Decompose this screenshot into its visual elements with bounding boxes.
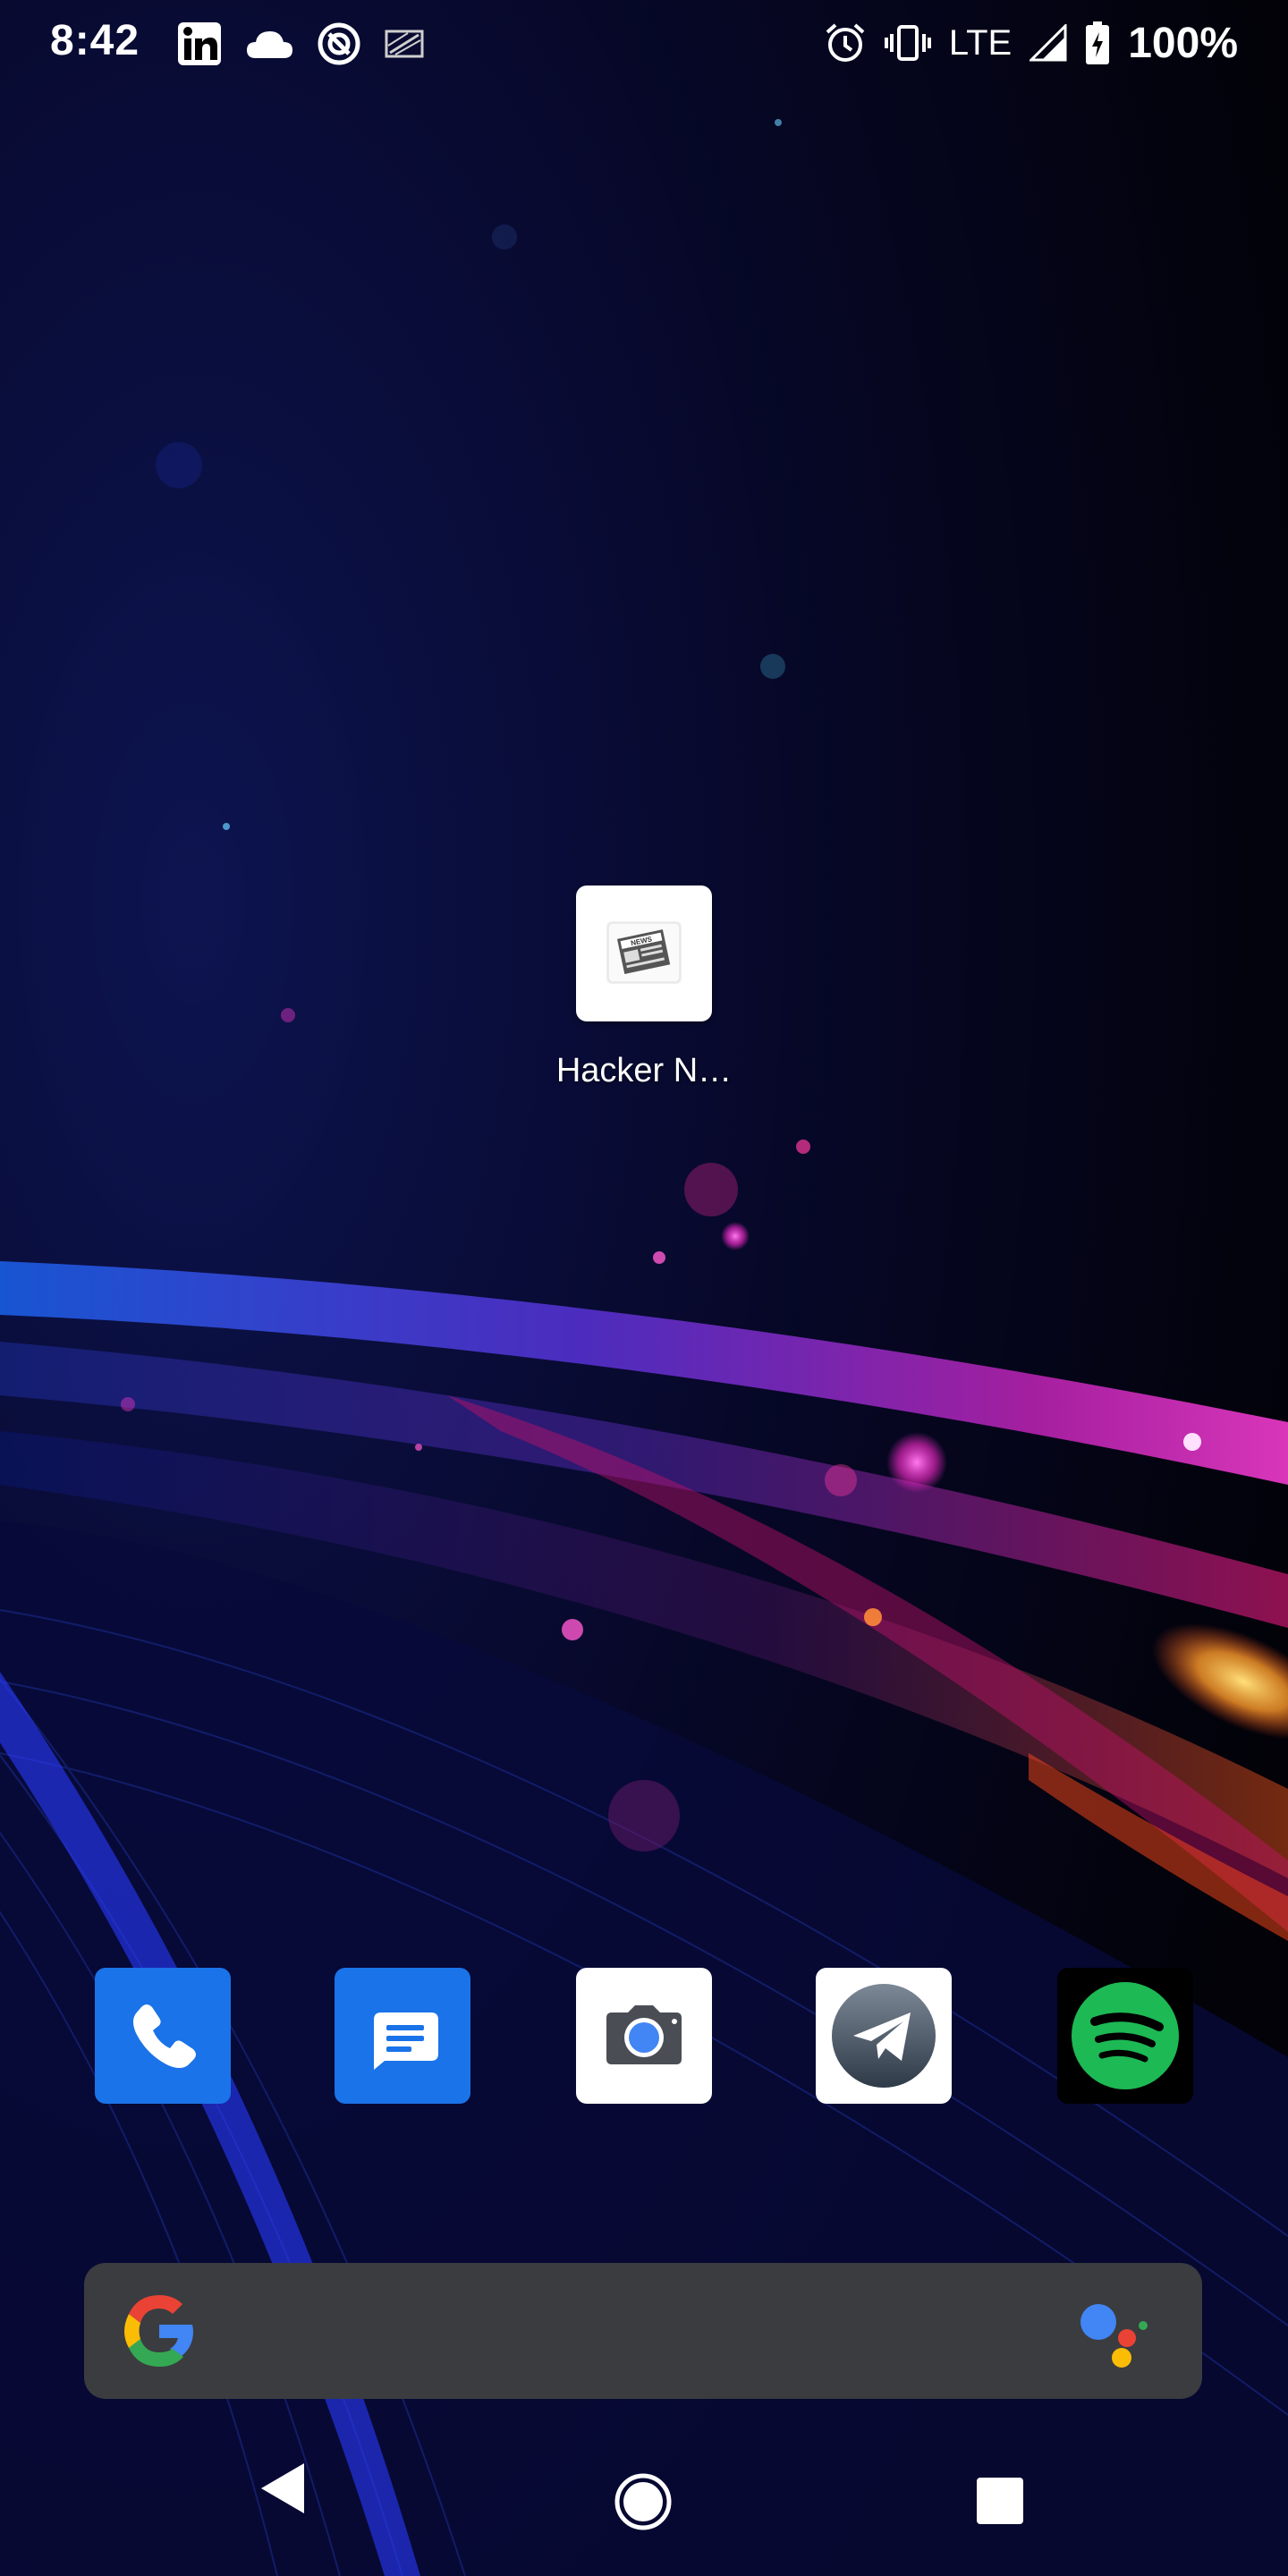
app-label: Hacker N… (555, 1052, 733, 1089)
back-button[interactable] (256, 2460, 309, 2517)
network-type: LTE (948, 22, 1013, 63)
status-bar: 8:42 LTE 100% (0, 0, 1288, 86)
google-search-bar[interactable] (84, 2263, 1202, 2399)
sync-icon (318, 22, 360, 65)
notification-icons (177, 21, 424, 66)
dock-app-camera[interactable] (576, 1968, 712, 2104)
cloud-icon (247, 31, 292, 58)
google-g-icon (124, 2295, 193, 2367)
dock-app-telegram[interactable] (816, 1968, 952, 2104)
home-button[interactable] (614, 2472, 673, 2531)
cast-off-icon (385, 30, 424, 58)
battery-percentage: 100% (1128, 19, 1238, 67)
dock-app-messages[interactable] (335, 1968, 470, 2104)
status-time: 8:42 (50, 17, 140, 64)
message-icon (374, 2012, 438, 2070)
wallpaper (0, 0, 1288, 2576)
dock-app-spotify[interactable] (1057, 1968, 1193, 2104)
camera-icon (606, 2005, 682, 2064)
dock-app-phone[interactable] (95, 1968, 231, 2104)
app-icon-tile[interactable]: NEWS (576, 886, 712, 1021)
paper-plane-icon (832, 1984, 936, 2088)
vibrate-icon (884, 25, 931, 61)
linkedin-icon (178, 22, 221, 65)
home-screen: 8:42 LTE 100% NEWS Hacker N… (0, 0, 1288, 2576)
app-shortcut-hacker-news[interactable]: NEWS Hacker N… (501, 886, 787, 1118)
signal-icon (1030, 24, 1067, 62)
newspaper-icon: NEWS (606, 921, 682, 984)
alarm-icon (826, 23, 865, 62)
system-status-icons: LTE 100% (824, 16, 1238, 70)
google-assistant-icon[interactable] (1077, 2299, 1157, 2370)
phone-icon (133, 2004, 196, 2068)
battery-charging-icon (1086, 21, 1110, 64)
spotify-icon (1072, 1982, 1179, 2089)
recents-button[interactable] (975, 2476, 1025, 2526)
